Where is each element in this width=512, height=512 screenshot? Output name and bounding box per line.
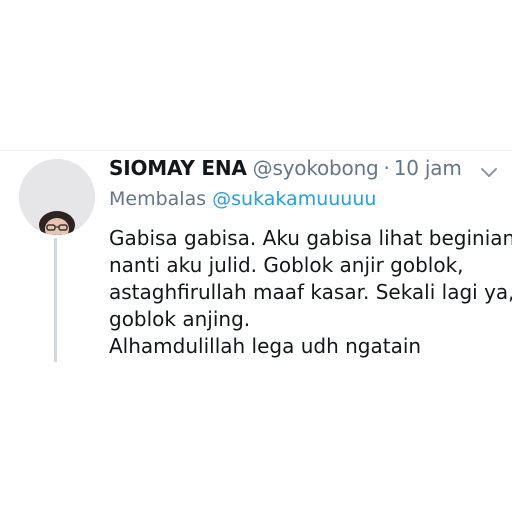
tweet-header: SIOMAY ENA @syokobong · 10 jam — [109, 156, 462, 186]
separator-dot: · — [383, 156, 390, 180]
tweet-text-line: Gabisa gabisa. Aku gabisa lihat beginian… — [109, 226, 512, 250]
tweet-text-line: astaghfirullah maaf kasar. Sekali lagi y… — [109, 280, 512, 304]
reply-context: Membalas @sukakamuuuuu — [109, 188, 376, 210]
tweet-text-line: nanti aku julid. Goblok anjir goblok, — [109, 253, 464, 277]
page: SIOMAY ENA @syokobong · 10 jam Membalas @… — [0, 0, 512, 512]
user-handle[interactable]: @syokobong — [253, 156, 379, 180]
display-name[interactable]: SIOMAY ENA — [109, 156, 247, 180]
tweet-text: Gabisa gabisa. Aku gabisa lihat beginian… — [109, 225, 512, 360]
reply-prefix: Membalas — [109, 188, 207, 210]
thread-line — [54, 238, 57, 362]
tweet-text-line: goblok anjing. — [109, 307, 251, 331]
avatar-image — [19, 159, 95, 235]
tweet-timestamp[interactable]: 10 jam — [394, 156, 462, 180]
reply-handle-link[interactable]: @sukakamuuuuu — [212, 188, 376, 210]
chevron-down-icon[interactable] — [480, 166, 498, 180]
avatar[interactable] — [19, 159, 95, 235]
tweet-text-line: Alhamdulillah lega udh ngatain — [109, 334, 422, 358]
